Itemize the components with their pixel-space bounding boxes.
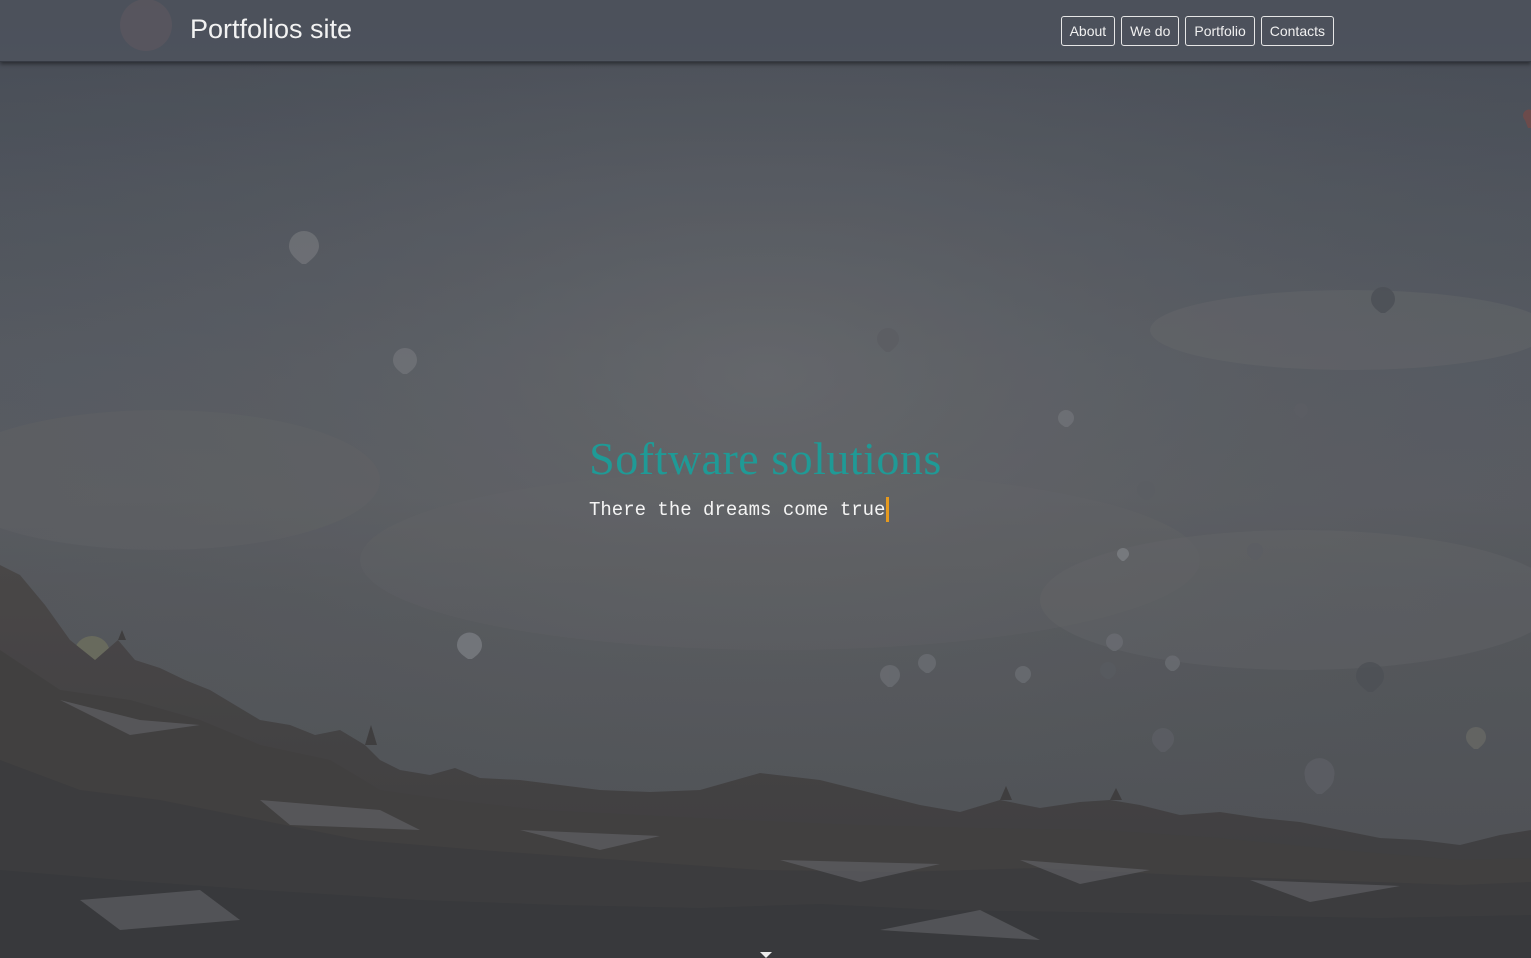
typing-cursor: [886, 497, 890, 522]
hero-section: Portfolios site About We do Portfolio Co…: [0, 0, 1531, 958]
nav-link-portfolio[interactable]: Portfolio: [1185, 16, 1255, 46]
main-nav: About We do Portfolio Contacts: [1060, 16, 1334, 46]
nav-link-about[interactable]: About: [1060, 16, 1116, 46]
scroll-down-arrow-icon[interactable]: [760, 952, 772, 958]
hero-subtitle-typing: There the dreams come true: [589, 497, 890, 523]
hero-title: Software solutions: [589, 433, 942, 484]
site-brand[interactable]: Portfolios site: [190, 14, 352, 45]
hero-subtitle-text: There the dreams come true: [589, 499, 886, 521]
nav-link-contacts[interactable]: Contacts: [1260, 16, 1334, 46]
navbar: Portfolios site About We do Portfolio Co…: [0, 0, 1531, 62]
nav-link-we-do[interactable]: We do: [1121, 16, 1180, 46]
